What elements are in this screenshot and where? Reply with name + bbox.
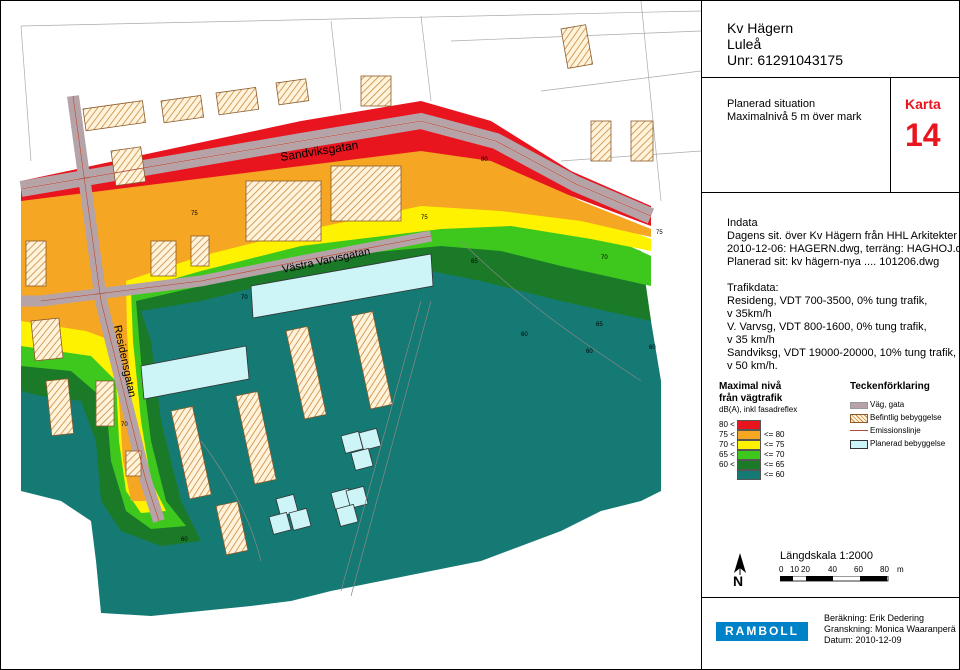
- scale-title: Längdskala 1:2000: [780, 550, 873, 562]
- scale-tick: m: [897, 565, 904, 574]
- traffic-line: Resideng, VDT 700-3500, 0% tung trafik,: [727, 295, 928, 307]
- contour-label: 75: [421, 215, 428, 221]
- legend-symbol-label: Väg, gata: [870, 400, 905, 409]
- legend-level-label: 70 <: [719, 440, 735, 449]
- legend-swatch: [737, 430, 761, 440]
- traffic-line: V. Varvsg, VDT 800-1600, 0% tung trafik,: [727, 321, 927, 333]
- planned-building-swatch: [850, 440, 868, 449]
- contour-label: 80: [481, 157, 488, 163]
- emission-line-swatch: [850, 430, 868, 431]
- credit-review: Granskning: Monica Waaranperä: [824, 624, 956, 634]
- existing-building-swatch: [850, 414, 868, 423]
- legend-swatch: [737, 460, 761, 470]
- legend-level-label: 65 <: [719, 450, 735, 459]
- contour-label: 75: [656, 230, 663, 236]
- legend-level-label: 60 <: [719, 460, 735, 469]
- scale-tick: 0: [779, 565, 784, 574]
- divider: [702, 597, 959, 598]
- project-order: Unr: 61291043175: [727, 52, 843, 68]
- indata-heading: Indata: [727, 217, 758, 229]
- scale-bar: [780, 576, 889, 582]
- traffic-line: v 50 km/h.: [727, 360, 778, 372]
- title-block: Kv Hägern Luleå Unr: 61291043175 Planera…: [702, 1, 960, 669]
- legend-level-label: 80 <: [719, 420, 735, 429]
- legend-symbol-label: Emissionslinje: [870, 426, 921, 435]
- situation-line2: Maximalnivå 5 m över mark: [727, 111, 862, 123]
- legend-levels-title2: från vägtrafik: [719, 393, 783, 404]
- company-name: RAMBOLL: [725, 624, 799, 638]
- contour-label: 65: [596, 322, 603, 328]
- legend-level-upper: <= 60: [764, 470, 785, 479]
- scale-tick: 80: [880, 565, 889, 574]
- karta-label: Karta: [905, 96, 941, 112]
- contour-label: 70: [121, 422, 128, 428]
- legend-level-upper: <= 75: [764, 440, 785, 449]
- traffic-heading: Trafikdata:: [727, 282, 779, 294]
- legend-level-upper: <= 65: [764, 460, 785, 469]
- divider: [702, 77, 959, 78]
- legend-swatch: [737, 470, 761, 480]
- legend-swatch: [737, 450, 761, 460]
- scale-tick: 10: [790, 565, 799, 574]
- credit-calc: Beräkning: Erik Dedering: [824, 613, 925, 623]
- indata-line: Planerad sit: kv hägern-nya .... 101206.…: [727, 256, 940, 268]
- legend-symbol-label: Befintlig bebyggelse: [870, 413, 942, 422]
- indata-line: 2010-12-06: HAGERN.dwg, terräng: HAGHOJ.…: [727, 243, 960, 255]
- credit-date: Datum: 2010-12-09: [824, 635, 902, 645]
- project-name: Kv Hägern: [727, 20, 794, 36]
- legend-level-upper: <= 70: [764, 450, 785, 459]
- noise-map-canvas: Sandviksgatan Västra Varvsgatan Residens…: [1, 1, 701, 669]
- contour-label: 70: [241, 295, 248, 301]
- ramboll-logo: RAMBOLL: [716, 622, 808, 641]
- scale-tick: 40: [828, 565, 837, 574]
- drawing-sheet: Sandviksgatan Västra Varvsgatan Residens…: [0, 0, 960, 670]
- legend-levels-title1: Maximal nivå: [719, 381, 782, 392]
- legend-levels-unit: dB(A), inkl fasadreflex: [719, 405, 798, 414]
- legend-swatch: [737, 420, 761, 430]
- traffic-line: v 35 km/h: [727, 334, 775, 346]
- karta-number: 14: [905, 117, 941, 153]
- legend-level-label: 75 <: [719, 430, 735, 439]
- traffic-line: Sandviksg, VDT 19000-20000, 10% tung tra…: [727, 347, 957, 359]
- situation-line1: Planerad situation: [727, 98, 816, 110]
- contour-label: 65: [471, 259, 478, 265]
- noise-map[interactable]: Sandviksgatan Västra Varvsgatan Residens…: [1, 1, 702, 669]
- contour-label: 60: [521, 332, 528, 338]
- legend-symbols-title: Teckenförklaring: [850, 381, 930, 392]
- scale-tick: 20: [801, 565, 810, 574]
- legend-swatch: [737, 440, 761, 450]
- divider: [702, 192, 959, 193]
- contour-label: 60: [649, 345, 656, 351]
- project-city: Luleå: [727, 36, 762, 52]
- contour-label: 75: [191, 211, 198, 217]
- contour-label: 60: [586, 349, 593, 355]
- scale-tick: 60: [854, 565, 863, 574]
- road-swatch: [850, 402, 868, 409]
- contour-label: 70: [601, 255, 608, 261]
- north-letter: N: [733, 573, 744, 589]
- divider-vertical: [890, 77, 891, 192]
- indata-line: Dagens sit. över Kv Hägern från HHL Arki…: [727, 230, 958, 242]
- legend-symbol-label: Planerad bebyggelse: [870, 439, 946, 448]
- legend-level-upper: <= 80: [764, 430, 785, 439]
- traffic-line: v 35km/h: [727, 308, 772, 320]
- contour-label: 60: [181, 537, 188, 543]
